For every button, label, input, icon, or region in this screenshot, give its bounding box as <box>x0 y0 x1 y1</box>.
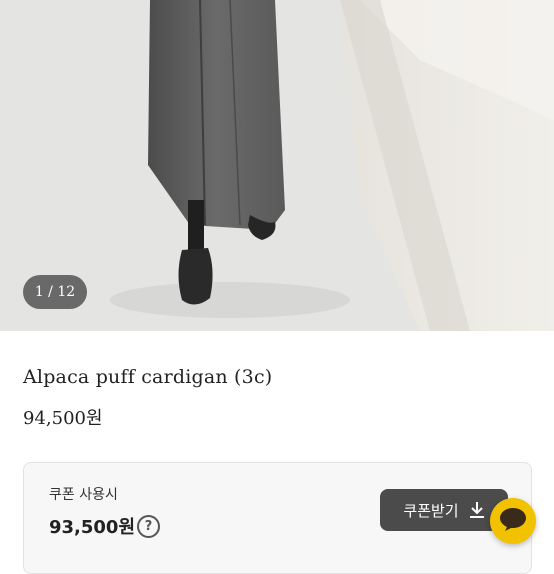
image-counter: 1 / 12 <box>23 275 87 309</box>
coupon-price: 93,500원 <box>49 517 136 538</box>
coupon-label: 쿠폰 사용시 <box>49 487 118 503</box>
help-icon[interactable]: ? <box>137 515 160 538</box>
coupon-section: 쿠폰 사용시 93,500원 ? 쿠폰받기 <box>23 462 532 574</box>
product-photo[interactable]: 1 / 12 <box>0 0 554 331</box>
chat-button[interactable] <box>490 498 536 544</box>
product-title: Alpaca puff cardigan (3c) <box>23 366 273 388</box>
get-coupon-label: 쿠폰받기 <box>403 501 459 520</box>
download-icon <box>469 501 485 519</box>
get-coupon-button[interactable]: 쿠폰받기 <box>380 489 508 531</box>
chat-bubble-icon <box>499 506 527 536</box>
product-price: 94,500원 <box>23 408 103 429</box>
